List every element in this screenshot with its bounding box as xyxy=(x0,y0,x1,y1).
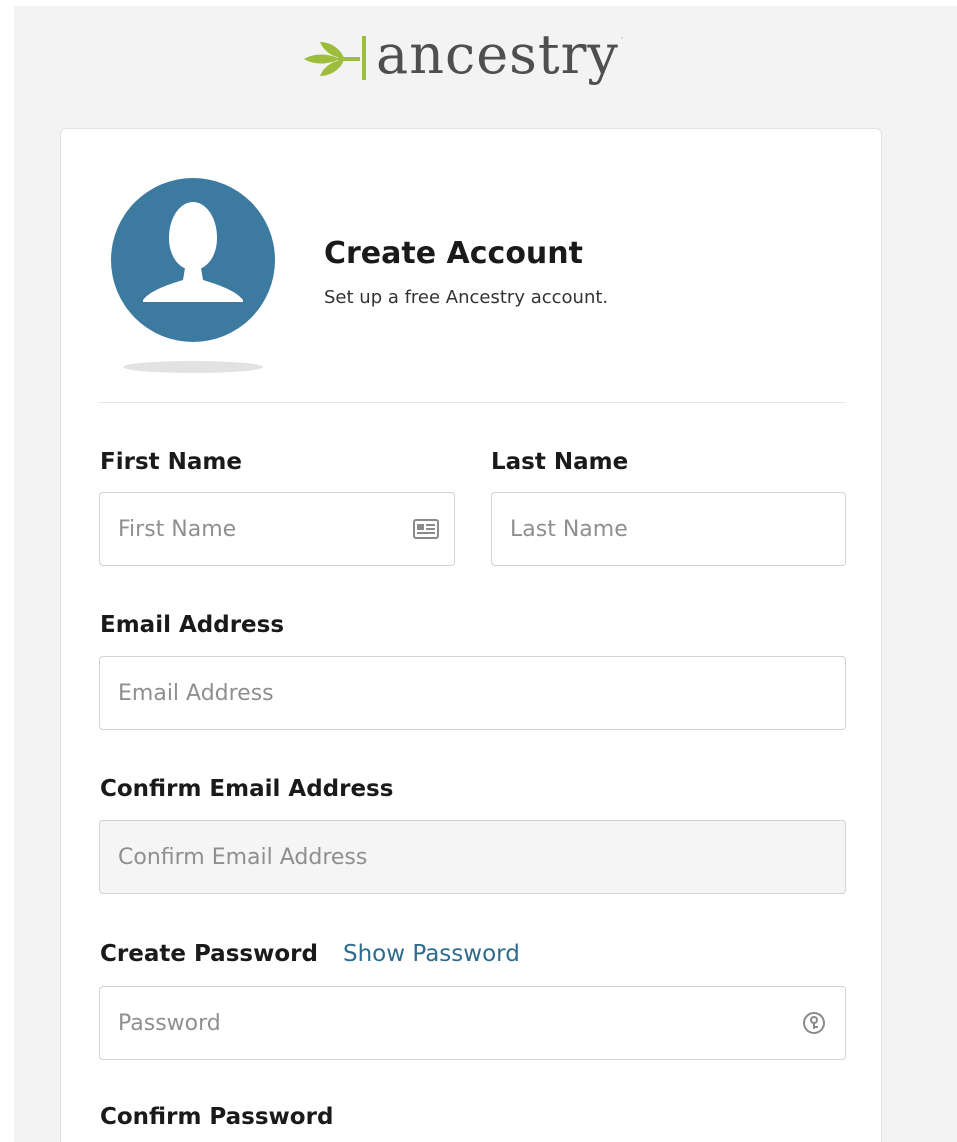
page-header: Create Account Set up a free Ancestry ac… xyxy=(324,234,608,310)
first-name-input[interactable] xyxy=(100,493,454,565)
email-field-wrapper xyxy=(99,656,846,730)
last-name-field-wrapper xyxy=(491,492,846,566)
avatar-shadow xyxy=(123,361,263,373)
password-manager-icon[interactable] xyxy=(801,1009,827,1037)
page-subtitle: Set up a free Ancestry account. xyxy=(324,287,609,308)
first-name-field-wrapper xyxy=(99,492,455,566)
contact-card-icon[interactable] xyxy=(412,517,440,541)
header-divider xyxy=(98,402,846,403)
email-label: Email Address xyxy=(100,612,285,638)
email-input[interactable] xyxy=(100,657,845,729)
leaf-logo-icon xyxy=(304,36,366,80)
show-password-link[interactable]: Show Password xyxy=(343,939,520,969)
password-field-wrapper xyxy=(99,986,846,1060)
confirm-email-input[interactable] xyxy=(100,821,845,893)
avatar xyxy=(111,178,275,373)
last-name-input[interactable] xyxy=(492,493,845,565)
page-title: Create Account xyxy=(324,236,583,271)
ancestry-logo[interactable]: ancestry · xyxy=(300,20,623,90)
last-name-label: Last Name xyxy=(491,449,629,475)
confirm-email-field-wrapper xyxy=(99,820,846,894)
first-name-label: First Name xyxy=(100,449,242,475)
confirm-email-label: Confirm Email Address xyxy=(100,776,394,802)
confirm-password-label: Confirm Password xyxy=(100,1104,334,1130)
create-password-label: Create Password xyxy=(100,941,318,967)
user-silhouette-icon xyxy=(143,202,243,302)
brand-name: ancestry xyxy=(376,23,619,86)
password-input[interactable] xyxy=(100,987,845,1059)
trademark-mark: · xyxy=(620,34,624,43)
avatar-circle xyxy=(111,178,275,342)
